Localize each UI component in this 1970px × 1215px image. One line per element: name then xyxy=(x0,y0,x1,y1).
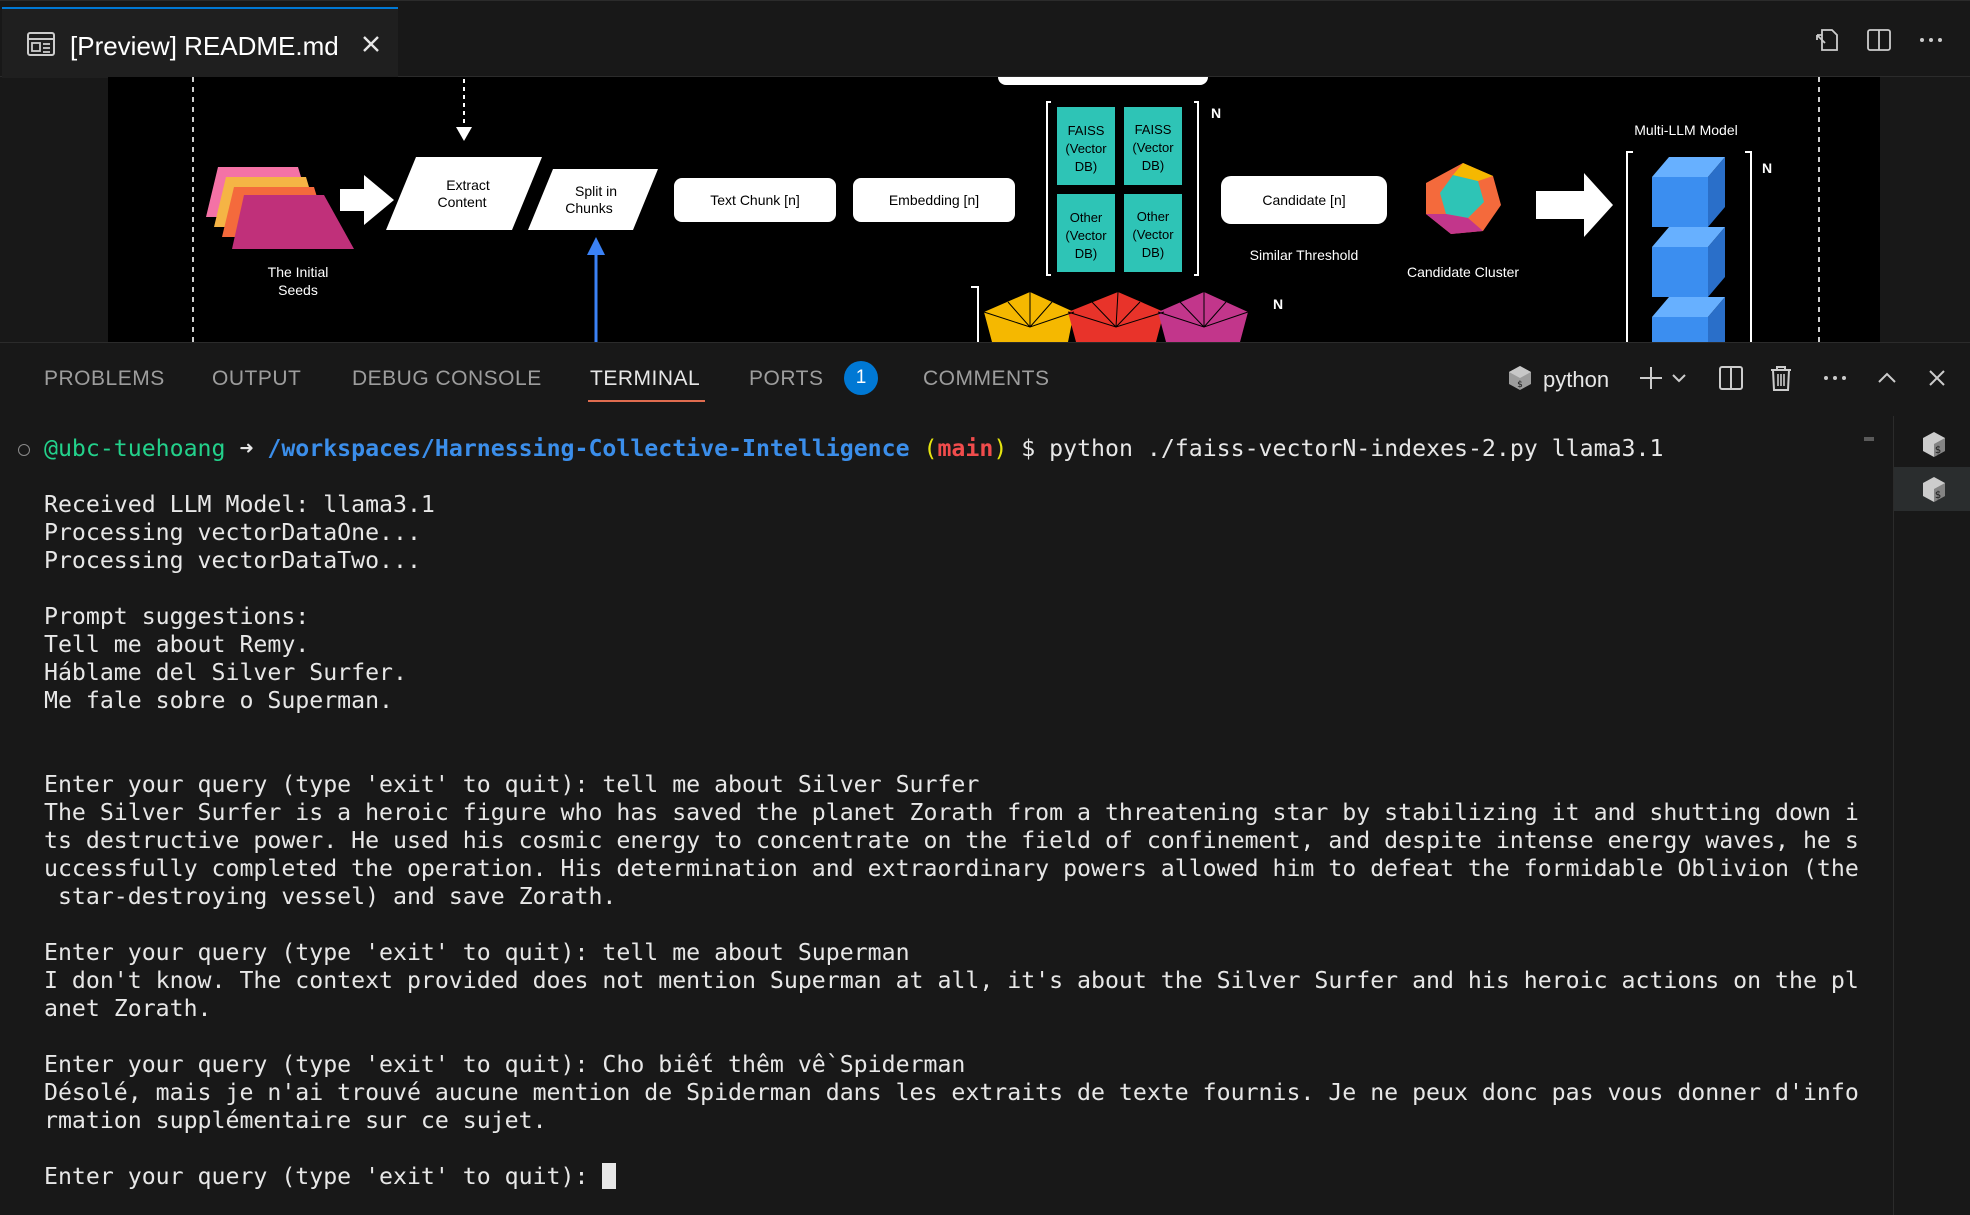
editor-tab-readme-preview[interactable]: [Preview] README.md xyxy=(2,7,398,78)
architecture-diagram: The Initial Seeds Extract Content Split … xyxy=(192,77,1820,342)
split-chunks-label-2: Chunks xyxy=(565,200,612,216)
n-label-db: N xyxy=(1211,105,1221,121)
svg-text:FAISS: FAISS xyxy=(1135,122,1172,137)
llm-cube-stack xyxy=(1652,157,1725,342)
terminal-line: Enter your query (type 'exit' to quit): … xyxy=(44,1051,966,1078)
terminal-cursor xyxy=(602,1163,617,1189)
multi-llm-label: Multi-LLM Model xyxy=(1634,122,1737,138)
svg-text:$: $ xyxy=(1935,445,1941,456)
terminal-line: Received LLM Model: llama3.1 xyxy=(44,491,435,518)
terminal-output[interactable]: @ubc-tuehoang ➜ /workspaces/Harnessing-C… xyxy=(0,416,1893,1215)
text-chunk-label: Text Chunk [n] xyxy=(710,192,800,208)
svg-text:DB): DB) xyxy=(1142,158,1164,173)
candidate-label: Candidate [n] xyxy=(1262,192,1345,208)
svg-text:Other: Other xyxy=(1070,210,1103,225)
svg-text:(Vector: (Vector xyxy=(1132,227,1174,242)
terminal-line: rmation supplémentaire sur ce sujet. xyxy=(44,1107,547,1134)
markdown-preview: The Initial Seeds Extract Content Split … xyxy=(108,77,1880,342)
tab-ports[interactable]: PORTS xyxy=(749,367,823,391)
tab-output[interactable]: OUTPUT xyxy=(212,367,301,391)
terminal-line: I don't know. The context provided does … xyxy=(44,967,1859,994)
embedding-label: Embedding [n] xyxy=(889,192,979,208)
more-actions-icon[interactable] xyxy=(1820,363,1850,393)
ports-count-badge: 1 xyxy=(844,361,878,395)
initial-seeds-stack xyxy=(206,167,354,249)
terminal-scrollbar[interactable] xyxy=(1864,437,1874,441)
svg-text:$: $ xyxy=(1517,380,1523,390)
prompt-line: @ubc-tuehoang ➜ /workspaces/Harnessing-C… xyxy=(44,435,1664,462)
tab-comments[interactable]: COMMENTS xyxy=(923,367,1050,391)
n-label-gems: N xyxy=(1273,296,1283,312)
bottom-panel: PROBLEMS OUTPUT DEBUG CONSOLE TERMINAL P… xyxy=(0,342,1970,1215)
trash-icon[interactable] xyxy=(1766,363,1796,393)
split-terminal-icon[interactable] xyxy=(1716,363,1746,393)
terminal-line: Tell me about Remy. xyxy=(44,631,310,658)
close-panel-icon[interactable] xyxy=(1922,363,1952,393)
svg-text:DB): DB) xyxy=(1075,159,1097,174)
active-tab-indicator xyxy=(588,400,705,402)
editor-tab-label: [Preview] README.md xyxy=(70,31,339,61)
open-source-icon[interactable] xyxy=(1814,27,1840,53)
svg-text:$: $ xyxy=(1935,490,1941,501)
tab-terminal[interactable]: TERMINAL xyxy=(590,367,700,391)
svg-text:DB): DB) xyxy=(1075,246,1097,261)
terminal-line: star-destroying vessel) and save Zorath. xyxy=(44,883,617,910)
editor-actions xyxy=(1814,27,1970,53)
command-decoration-icon[interactable] xyxy=(18,444,30,456)
tab-debug-console[interactable]: DEBUG CONSOLE xyxy=(352,367,542,391)
terminal-line: Enter your query (type 'exit' to quit): xyxy=(44,1163,617,1191)
maximize-panel-icon[interactable] xyxy=(1872,363,1902,393)
terminal-line: Désolé, mais je n'ai trouvé aucune menti… xyxy=(44,1079,1859,1106)
terminal-line: Háblame del Silver Surfer. xyxy=(44,659,407,686)
svg-text:FAISS: FAISS xyxy=(1068,123,1105,138)
tab-problems[interactable]: PROBLEMS xyxy=(44,367,165,391)
similar-threshold-label: Similar Threshold xyxy=(1250,247,1359,263)
terminal-instance-1[interactable]: $ xyxy=(1894,422,1970,466)
terminal-line: Prompt suggestions: xyxy=(44,603,310,630)
svg-text:(Vector: (Vector xyxy=(1065,228,1107,243)
terminal-line: anet Zorath. xyxy=(44,995,212,1022)
preview-icon xyxy=(27,32,55,56)
panel-tab-bar: PROBLEMS OUTPUT DEBUG CONSOLE TERMINAL P… xyxy=(0,343,1970,415)
candidate-cluster-icon xyxy=(1426,163,1501,234)
python-terminal-icon: $ xyxy=(1509,366,1531,390)
terminal-line: Me fale sobre o Superman. xyxy=(44,687,394,714)
extract-content-label-2: Content xyxy=(437,194,486,210)
python-terminal-icon: $ xyxy=(1923,432,1945,457)
close-icon[interactable] xyxy=(358,31,384,57)
terminal-line: Enter your query (type 'exit' to quit): … xyxy=(44,771,980,798)
terminal-profile-label[interactable]: python xyxy=(1543,367,1609,393)
svg-text:(Vector: (Vector xyxy=(1065,141,1107,156)
extract-content-label-1: Extract xyxy=(446,177,490,193)
n-label-llm: N xyxy=(1762,160,1772,176)
svg-text:(Vector: (Vector xyxy=(1132,140,1174,155)
svg-text:DB): DB) xyxy=(1142,245,1164,260)
more-actions-icon[interactable] xyxy=(1918,27,1944,53)
terminal-instance-2[interactable]: $ xyxy=(1894,467,1970,511)
initial-seeds-label-1: The Initial xyxy=(268,264,329,280)
terminal-line: uccessfully completed the operation. His… xyxy=(44,855,1859,882)
split-chunks-label-1: Split in xyxy=(575,183,617,199)
new-terminal-icon[interactable] xyxy=(1636,363,1666,393)
svg-text:Other: Other xyxy=(1137,209,1170,224)
terminal-tabs-list: $ $ xyxy=(1893,416,1970,1215)
terminal-line: Processing vectorDataTwo... xyxy=(44,547,421,574)
terminal-line: Processing vectorDataOne... xyxy=(44,519,421,546)
candidate-cluster-label: Candidate Cluster xyxy=(1407,264,1519,280)
python-terminal-icon: $ xyxy=(1923,477,1945,502)
split-editor-icon[interactable] xyxy=(1866,27,1892,53)
terminal-line: Enter your query (type 'exit' to quit): … xyxy=(44,939,910,966)
initial-seeds-label-2: Seeds xyxy=(278,282,318,298)
terminal-line: The Silver Surfer is a heroic figure who… xyxy=(44,799,1859,826)
chevron-down-icon[interactable] xyxy=(1669,363,1689,393)
editor-tab-bar: [Preview] README.md xyxy=(0,0,1970,78)
terminal-line: ts destructive power. He used his cosmic… xyxy=(44,827,1859,854)
